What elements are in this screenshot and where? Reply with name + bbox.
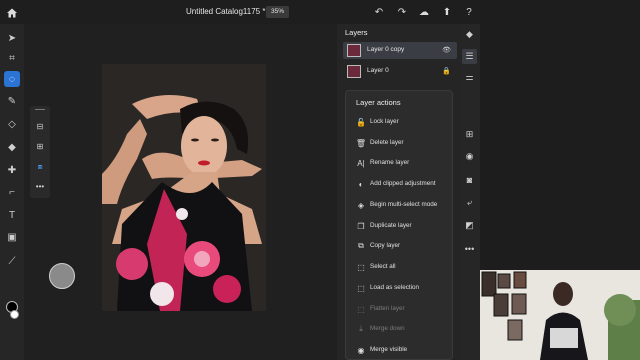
menu-item-label: Load as selection bbox=[370, 284, 420, 291]
fill-tool-icon[interactable]: ◆ bbox=[4, 139, 20, 155]
document-title[interactable]: Untitled Catalog1175 * bbox=[186, 7, 265, 16]
menu-item-multi-select[interactable]: ◈ Begin multi-select mode bbox=[352, 197, 450, 213]
layer-thumbnail bbox=[347, 65, 361, 78]
type-tool-icon[interactable]: T bbox=[4, 207, 20, 223]
eraser-tool-icon[interactable]: ◇ bbox=[4, 116, 20, 132]
merge-visible-icon: ◉ bbox=[357, 345, 365, 355]
home-icon[interactable] bbox=[6, 6, 18, 18]
copy-icon: ⧉ bbox=[358, 241, 364, 250]
document-image bbox=[102, 64, 266, 311]
layer-actions-menu: Layer actions 🔓 Lock layer 🗑 Delete laye… bbox=[345, 90, 453, 360]
menu-item-load-as-selection[interactable]: ⬚ Load as selection bbox=[352, 280, 450, 296]
menu-item-label: Merge visible bbox=[370, 346, 408, 353]
menu-item-label: Select all bbox=[370, 263, 396, 270]
layer-actions-title: Layer actions bbox=[356, 98, 401, 107]
zoom-level[interactable]: 35% bbox=[266, 6, 289, 18]
lasso-tool-icon[interactable]: ◌ bbox=[4, 71, 20, 87]
add-layer-icon[interactable]: ⊞ bbox=[462, 127, 477, 142]
redo-icon[interactable]: ↷ bbox=[395, 5, 409, 19]
layers-stack-icon: ◈ bbox=[357, 200, 365, 210]
menu-item-label: Begin multi-select mode bbox=[370, 201, 438, 208]
fill-opacity-icon[interactable]: ◩ bbox=[462, 218, 477, 233]
more-options-icon[interactable]: ••• bbox=[34, 180, 46, 192]
select-all-icon: ⬚ bbox=[357, 262, 365, 272]
left-toolbar: ➤ ⌗ ◌ ✎ ◇ ◆ ✚ ⌐ T ▣ ⟋ bbox=[0, 24, 24, 360]
visibility-icon[interactable]: ◉ bbox=[462, 149, 477, 164]
layers-panel-title: Layers bbox=[345, 28, 368, 37]
menu-item-label: Duplicate layer bbox=[370, 222, 412, 229]
flatten-icon: ⬚ bbox=[357, 304, 365, 314]
transform-tool-icon[interactable]: ⌗ bbox=[4, 50, 20, 66]
menu-item-label: Delete layer bbox=[370, 139, 404, 146]
merge-down-icon: ⤓ bbox=[359, 324, 363, 333]
healing-tool-icon[interactable]: ✚ bbox=[4, 162, 20, 178]
menu-item-select-all[interactable]: ⬚ Select all bbox=[352, 259, 450, 275]
adjustment-icon: ◐ bbox=[358, 179, 364, 189]
trash-icon: 🗑 bbox=[355, 138, 367, 148]
selection-icon: ⬚ bbox=[357, 283, 365, 293]
layer-name: Layer 0 copy bbox=[367, 46, 405, 53]
background-color-swatch[interactable] bbox=[10, 310, 19, 319]
menu-item-label: Merge down bbox=[370, 325, 405, 332]
move-tool-icon[interactable]: ➤ bbox=[4, 30, 20, 46]
menu-item-flatten-layer[interactable]: ⬚ Flatten layer bbox=[352, 301, 450, 317]
menu-item-add-clipped-adjustment[interactable]: ◐ Add clipped adjustment bbox=[352, 176, 450, 192]
menu-item-merge-down[interactable]: ⤓ Merge down bbox=[352, 321, 450, 337]
share-icon[interactable]: ⬆ bbox=[440, 5, 454, 19]
top-bar: Untitled Catalog1175 * 35% ↶ ↷ ☁ ⬆ ? bbox=[0, 0, 480, 24]
menu-item-label: Flatten layer bbox=[370, 305, 405, 312]
subtract-selection-icon[interactable]: ⊟ bbox=[34, 120, 46, 132]
intersect-selection-icon[interactable]: ⧈ bbox=[34, 161, 46, 173]
add-selection-icon[interactable]: ⊞ bbox=[34, 140, 46, 152]
menu-item-rename-layer[interactable]: A| Rename layer bbox=[352, 155, 450, 171]
brush-size-preview[interactable] bbox=[49, 263, 75, 289]
mask-icon[interactable]: ◙ bbox=[462, 172, 477, 187]
layers-icon[interactable]: ◆ bbox=[462, 27, 477, 42]
lasso-subtools-palette: ⊟ ⊞ ⧈ ••• bbox=[30, 106, 50, 198]
crop-tool-icon[interactable]: ⌐ bbox=[4, 184, 20, 200]
layer-row[interactable]: Layer 0 copy 👁 bbox=[343, 42, 457, 59]
lock-icon[interactable]: 🔒 bbox=[442, 67, 451, 75]
layer-properties-icon[interactable]: ☰ bbox=[462, 49, 477, 64]
menu-item-merge-visible[interactable]: ◉ Merge visible bbox=[352, 342, 450, 358]
more-icon[interactable]: ••• bbox=[462, 241, 477, 256]
layer-row[interactable]: Layer 0 🔒 bbox=[343, 63, 457, 80]
webcam-overlay bbox=[480, 270, 640, 360]
cloud-icon[interactable]: ☁ bbox=[417, 5, 431, 19]
duplicate-icon: ❐ bbox=[357, 221, 365, 231]
menu-item-lock-layer[interactable]: 🔓 Lock layer bbox=[352, 114, 450, 130]
brush-tool-icon[interactable]: ✎ bbox=[4, 93, 20, 109]
menu-item-copy-layer[interactable]: ⧉ Copy layer bbox=[352, 238, 450, 254]
rename-icon: A| bbox=[357, 158, 365, 168]
menu-item-label: Copy layer bbox=[370, 242, 401, 249]
right-toolbar: ◆ ☰ ⚌ ⊞ ◉ ◙ ⤶ ◩ ••• bbox=[459, 24, 480, 360]
image-tool-icon[interactable]: ▣ bbox=[4, 229, 20, 245]
eyedropper-tool-icon[interactable]: ⟋ bbox=[4, 253, 20, 269]
unlock-icon: 🔓 bbox=[356, 117, 366, 127]
menu-item-duplicate-layer[interactable]: ❐ Duplicate layer bbox=[352, 218, 450, 234]
undo-icon[interactable]: ↶ bbox=[372, 5, 386, 19]
help-icon[interactable]: ? bbox=[462, 5, 476, 19]
adjustments-icon[interactable]: ⚌ bbox=[462, 70, 477, 85]
layer-name: Layer 0 bbox=[367, 67, 389, 74]
menu-item-label: Rename layer bbox=[370, 159, 410, 166]
eye-icon[interactable]: 👁 bbox=[442, 46, 451, 54]
menu-item-label: Lock layer bbox=[370, 118, 399, 125]
clip-icon[interactable]: ⤶ bbox=[462, 195, 477, 210]
layer-thumbnail bbox=[347, 44, 361, 57]
menu-item-label: Add clipped adjustment bbox=[370, 180, 436, 187]
menu-item-delete-layer[interactable]: 🗑 Delete layer bbox=[352, 135, 450, 151]
